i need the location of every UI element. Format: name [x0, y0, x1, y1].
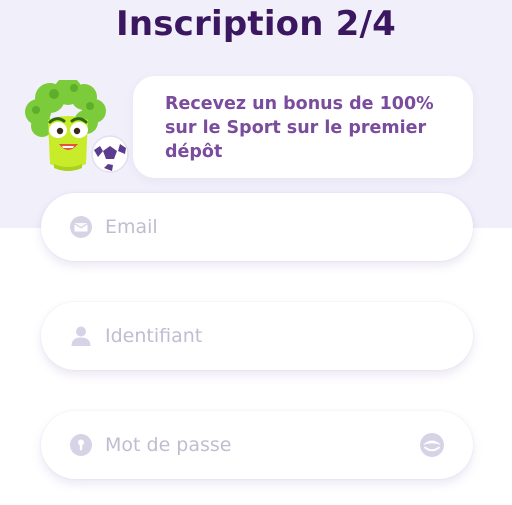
username-input[interactable]: [105, 302, 473, 370]
page-title: Inscription 2/4: [115, 4, 397, 44]
email-input[interactable]: [105, 193, 473, 261]
promo-bubble: Recevez un bonus de 100% sur le Sport su…: [133, 76, 473, 178]
broccoli-mascot-icon: [25, 80, 129, 173]
info-icon: [69, 433, 93, 457]
username-field[interactable]: [41, 302, 473, 370]
user-icon: [69, 324, 93, 348]
email-field[interactable]: [41, 193, 473, 261]
password-input[interactable]: [105, 411, 419, 479]
promo-text: Recevez un bonus de 100% sur le Sport su…: [165, 94, 434, 162]
eye-toggle-icon[interactable]: [419, 432, 445, 458]
password-field[interactable]: [41, 411, 473, 479]
envelope-icon: [69, 215, 93, 239]
